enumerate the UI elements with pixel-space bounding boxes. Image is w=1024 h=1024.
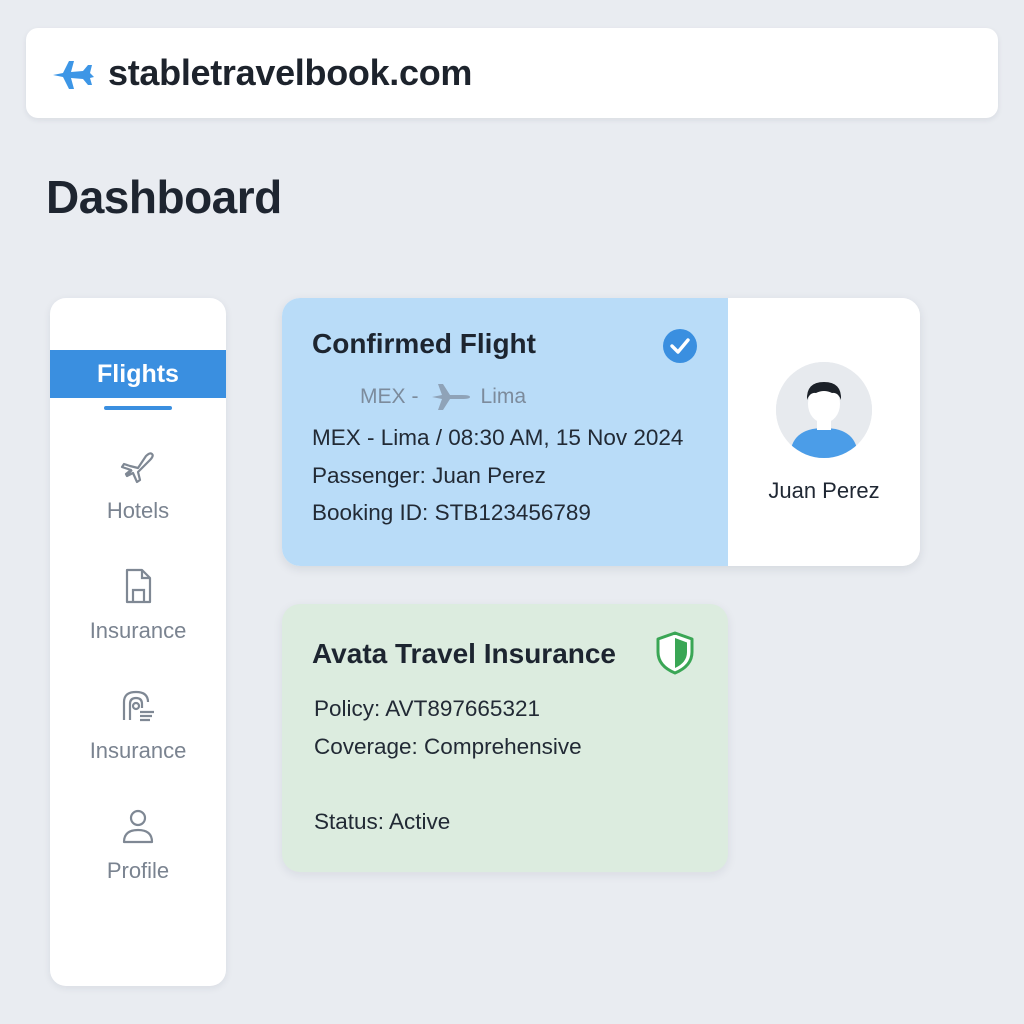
page-title: Dashboard	[46, 171, 282, 223]
shield-icon	[654, 630, 696, 676]
confirmed-flight-card[interactable]: Confirmed Flight MEX - Lima MEX - Lima /…	[282, 298, 920, 566]
sidebar-item-hotels[interactable]: Hotels	[50, 446, 226, 546]
insurance-status: Status: Active	[314, 809, 451, 834]
flight-passenger: Passenger: Juan Perez	[312, 463, 546, 488]
passenger-panel: Juan Perez	[728, 298, 920, 566]
sidebar-item-profile[interactable]: Profile	[50, 806, 226, 906]
insurance-card-title: Avata Travel Insurance	[312, 638, 617, 669]
sidebar-item-label: Hotels	[106, 498, 170, 523]
sidebar-item-label: Insurance	[89, 738, 187, 763]
flight-booking-id: Booking ID: STB123456789	[312, 500, 591, 525]
plane-icon	[118, 446, 158, 486]
check-circle-icon	[662, 328, 698, 364]
sidebar-item-label: Profile	[106, 858, 170, 883]
passenger-name: Juan Perez	[768, 478, 880, 503]
plane-icon	[429, 380, 473, 414]
sidebar-item-label: Flights	[97, 359, 179, 388]
sidebar-item-label: Insurance	[89, 618, 187, 643]
document-icon	[118, 566, 158, 606]
active-tab-indicator	[104, 406, 172, 410]
plane-icon	[48, 53, 98, 93]
travel-insurance-card[interactable]: Avata Travel Insurance Policy: AVT897665…	[282, 604, 728, 872]
insurance-icon	[118, 686, 158, 726]
route-destination: Lima	[480, 385, 527, 408]
url-text: stabletravelbook.com	[108, 52, 473, 93]
user-icon	[118, 806, 158, 846]
sidebar: Flights Hotels Insurance Insurance Profi…	[50, 298, 226, 986]
insurance-coverage: Coverage: Comprehensive	[314, 734, 582, 759]
flight-schedule: MEX - Lima / 08:30 AM, 15 Nov 2024	[312, 425, 684, 450]
route-summary: MEX - Lima	[360, 380, 526, 414]
sidebar-item-insurance[interactable]: Insurance	[50, 566, 226, 666]
sidebar-item-insurance-2[interactable]: Insurance	[50, 686, 226, 786]
avatar	[776, 362, 872, 458]
insurance-policy: Policy: AVT897665321	[314, 696, 540, 721]
flight-card-title: Confirmed Flight	[312, 328, 536, 359]
flight-details: Confirmed Flight MEX - Lima MEX - Lima /…	[282, 298, 728, 566]
sidebar-item-flights[interactable]: Flights	[50, 350, 226, 398]
route-origin: MEX	[360, 385, 406, 408]
route-separator: -	[411, 385, 419, 408]
address-bar[interactable]: stabletravelbook.com	[26, 28, 998, 118]
